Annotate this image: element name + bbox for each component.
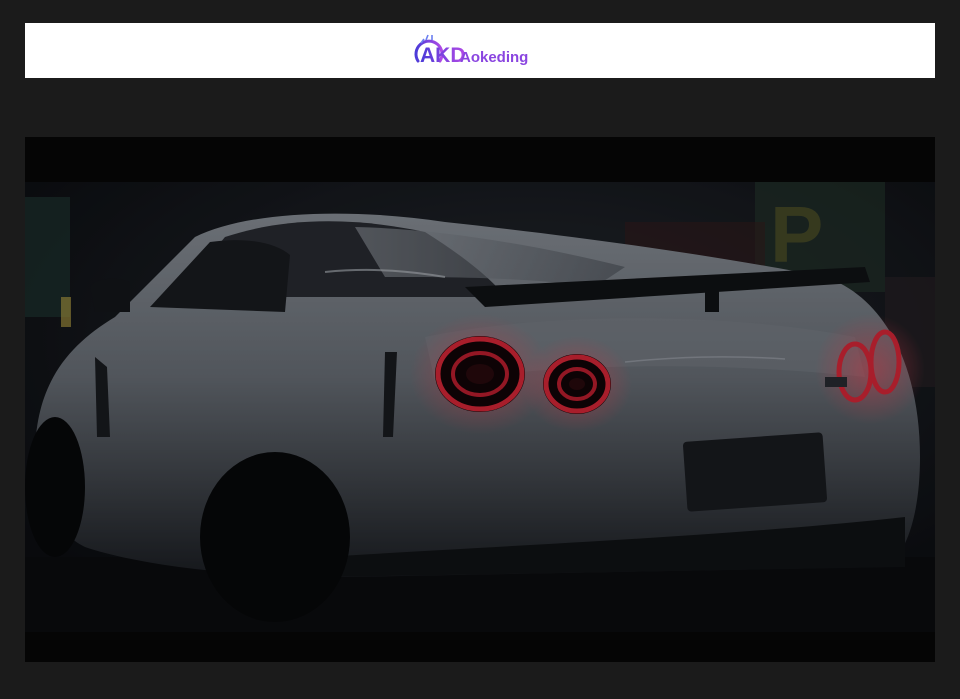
brand-banner: AKD Aokeding bbox=[25, 23, 935, 78]
product-photo: P bbox=[25, 137, 935, 662]
brand-name-text: Aokeding bbox=[460, 49, 528, 66]
brand-mark-text: AKD bbox=[420, 44, 466, 67]
brand-logo[interactable]: AKD Aokeding bbox=[410, 31, 550, 71]
car-taillight-photo: P bbox=[25, 137, 935, 662]
akd-logo-mark: AKD Aokeding bbox=[414, 34, 528, 67]
